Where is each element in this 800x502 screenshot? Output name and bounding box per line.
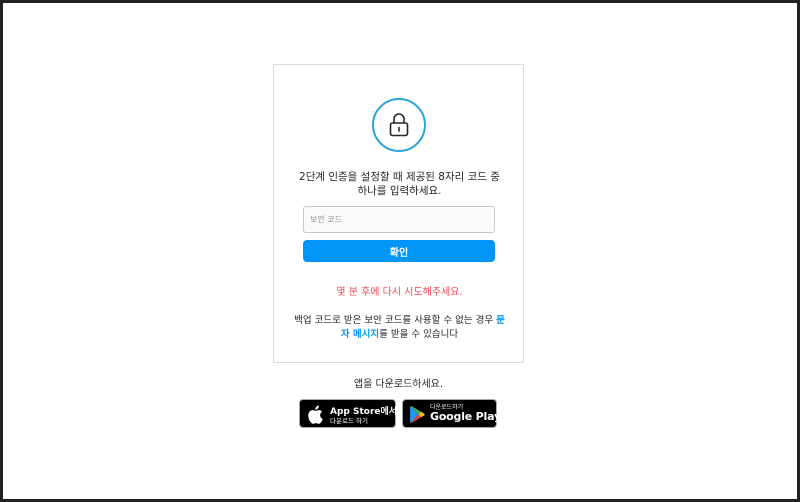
lock-icon (389, 113, 409, 137)
apple-icon (308, 405, 323, 424)
instruction-text: 2단계 인증을 설정할 때 제공된 8자리 코드 중 하나를 입력하세요. (299, 171, 500, 197)
backup-note-prefix: 백업 코드로 받은 보안 코드를 사용할 수 없는 경우 (294, 315, 497, 326)
confirm-button[interactable]: 확인 (303, 240, 495, 262)
backup-note-suffix: 를 받을 수 있습니다 (379, 329, 459, 340)
two-factor-card: 2단계 인증을 설정할 때 제공된 8자리 코드 중 하나를 입력하세요. 확인… (273, 64, 524, 363)
window-frame: 2단계 인증을 설정할 때 제공된 8자리 코드 중 하나를 입력하세요. 확인… (0, 0, 800, 502)
app-store-badge[interactable]: App Store에서 다운로드 하기 (299, 399, 397, 428)
google-play-icon (410, 406, 425, 423)
error-message: 몇 분 후에 다시 시도해주세요. (336, 287, 463, 298)
download-label: 앱을 다운로드하세요. (353, 379, 444, 390)
app-store-line2: 다운로드 하기 (330, 417, 368, 425)
lock-badge (372, 98, 426, 152)
google-play-line2: Google Play (430, 410, 501, 423)
backup-note: 백업 코드로 받은 보안 코드를 사용할 수 없는 경우 문자 메시지를 받을 … (294, 314, 505, 342)
security-code-input[interactable] (303, 206, 495, 233)
google-play-badge[interactable]: 다운로드하기 Google Play (402, 399, 501, 428)
